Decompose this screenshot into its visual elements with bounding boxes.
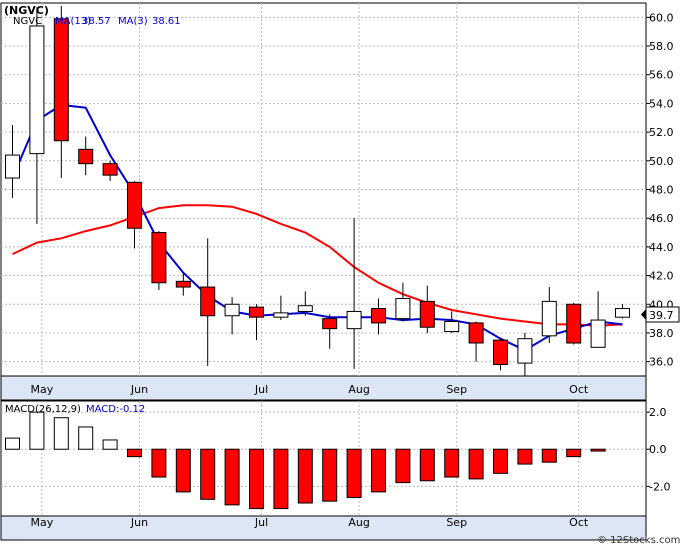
macd-month-label: Jul: [254, 516, 268, 529]
macd-tick-label: 0.0: [649, 443, 667, 456]
macd-date-strip: [0, 515, 647, 541]
macd-bar: [468, 448, 484, 480]
price-month-label: Sep: [446, 383, 467, 396]
macd-label: MACD(26,12,9): [5, 404, 81, 415]
macd-value: MACD:-0.12: [86, 404, 145, 415]
legend-ma3-label: MA(3): [118, 16, 148, 27]
macd-bar: [419, 448, 435, 482]
macd-bar: [517, 448, 533, 465]
candle-body: [78, 148, 94, 165]
macd-bar: [590, 448, 606, 452]
macd-bar: [53, 417, 69, 450]
macd-bar: [151, 448, 167, 478]
macd-bar: [273, 448, 289, 510]
price-tick-label: 54.0: [649, 97, 674, 110]
candle-body: [297, 305, 313, 312]
candle-body: [29, 25, 45, 155]
price-tick-label: 48.0: [649, 184, 674, 197]
candle-body: [102, 163, 118, 176]
macd-bar: [395, 448, 411, 484]
candle-body: [53, 18, 69, 142]
price-month-label: Oct: [569, 383, 589, 396]
price-tick-label: 38.0: [649, 327, 674, 340]
price-month-label: Jul: [254, 383, 268, 396]
price-month-label: Aug: [348, 383, 369, 396]
macd-month-label: Sep: [446, 516, 467, 529]
candle-body: [541, 300, 557, 337]
candle-body: [468, 322, 484, 344]
macd-legend: MACD(26,12,9) MACD:-0.12: [5, 404, 145, 415]
candle-body: [395, 298, 411, 320]
macd-bar: [541, 448, 557, 463]
price-tick-label: 44.0: [649, 241, 674, 254]
macd-bar: [29, 411, 45, 450]
candle-body: [273, 312, 289, 318]
candle-down: [566, 302, 582, 345]
macd-bar: [322, 448, 338, 502]
candle-body: [127, 181, 142, 229]
candle-body: [371, 308, 386, 324]
candle-body: [224, 303, 240, 317]
candle-body: [151, 232, 167, 284]
macd-month-label: Jun: [130, 516, 148, 529]
stock-chart: 36.038.040.042.044.046.048.050.052.054.0…: [0, 2, 680, 546]
price-month-label: May: [31, 383, 54, 396]
price-tick-label: 58.0: [649, 40, 674, 53]
macd-month-label: Aug: [348, 516, 369, 529]
candle-body: [200, 286, 216, 317]
price-tick-label: 36.0: [649, 356, 674, 369]
date-strip: [0, 375, 647, 401]
candle-body: [5, 154, 20, 179]
macd-tick-label: -2.0: [649, 480, 670, 493]
macd-bar: [371, 448, 386, 493]
price-legend: NGVC MA(13) 38.57 MA(3) 38.61: [13, 16, 181, 27]
price-tick-label: 60.0: [649, 11, 674, 24]
candle-body: [566, 303, 582, 344]
macd-bar: [78, 426, 94, 450]
macd-tick-label: 2.0: [649, 406, 667, 419]
macd-bar: [493, 448, 508, 474]
legend-ticker: NGVC: [13, 16, 42, 27]
candle-body: [615, 308, 630, 318]
candle-body: [346, 310, 362, 330]
macd-bar: [566, 448, 582, 458]
macd-bar: [175, 448, 191, 493]
candle-body: [322, 318, 338, 330]
candle-body: [517, 338, 533, 364]
macd-bar: [297, 448, 313, 504]
macd-bar: [127, 448, 142, 458]
watermark: © 12Stocks.com: [597, 535, 680, 546]
price-tick-label: 52.0: [649, 126, 674, 139]
last-price-box: 39.7: [641, 306, 680, 323]
legend-ma3-value: 38.61: [152, 16, 181, 27]
candle-body: [419, 300, 435, 328]
macd-bar: [346, 448, 362, 498]
macd-axis-ticks: -2.0 0.0 2.0: [646, 406, 670, 493]
price-tick-label: 42.0: [649, 270, 674, 283]
last-price-label: 39.7: [649, 309, 674, 322]
macd-bar: [224, 448, 240, 506]
candle-body: [493, 339, 508, 366]
price-tick-label: 50.0: [649, 155, 674, 168]
candle-body: [444, 320, 460, 333]
macd-bar: [249, 448, 264, 510]
price-month-label: Jun: [130, 383, 148, 396]
candle-body: [249, 306, 264, 318]
macd-bar: [200, 448, 216, 500]
legend-ma13-value: 38.57: [82, 16, 111, 27]
macd-bar: [5, 437, 20, 450]
macd-bar: [444, 448, 460, 478]
macd-bar: [102, 439, 118, 450]
candle-down: [151, 231, 167, 290]
price-tick-label: 46.0: [649, 212, 674, 225]
macd-month-label: Oct: [569, 516, 589, 529]
candle-body: [590, 319, 606, 348]
price-tick-label: 56.0: [649, 69, 674, 82]
macd-month-label: May: [31, 516, 54, 529]
candle-body: [175, 280, 191, 288]
